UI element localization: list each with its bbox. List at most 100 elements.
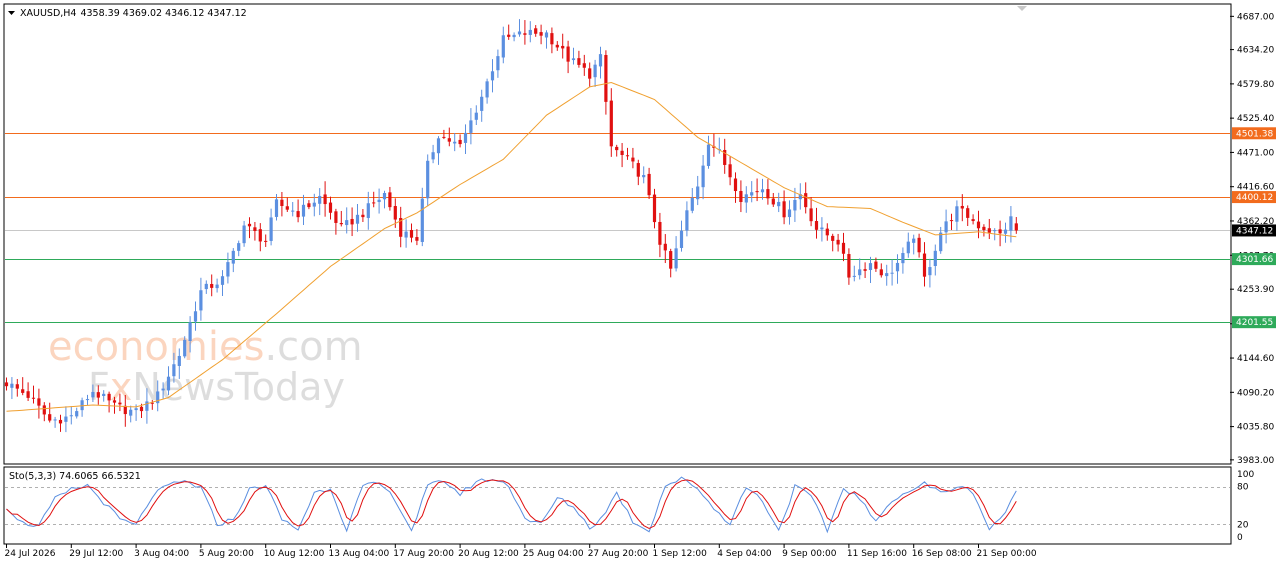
candle-body — [431, 152, 435, 160]
candle-body — [949, 220, 954, 222]
candle-body — [31, 397, 36, 399]
candle-body — [166, 376, 171, 391]
price-tick-label: 4253.90 — [1237, 285, 1274, 295]
candle-body — [534, 28, 538, 34]
candle-body — [809, 208, 813, 222]
candle-body — [728, 164, 732, 178]
candle-body — [566, 46, 570, 62]
level-tag-4501.38[interactable]: 4501.38 — [1232, 127, 1276, 140]
candle-body — [706, 144, 711, 166]
stochastic-tick-label: 100 — [1237, 470, 1254, 480]
candle-body — [312, 202, 316, 207]
level-tag-4347.12[interactable]: 4347.12 — [1232, 224, 1276, 237]
candle-body — [301, 204, 306, 217]
candle-body — [453, 141, 457, 144]
time-tick-label: 9 Sep 00:00 — [782, 549, 837, 559]
candle-body — [15, 384, 19, 389]
watermark-dotcom: .com — [264, 324, 362, 370]
candle-body — [285, 206, 289, 210]
candle-body — [69, 415, 73, 417]
candle-body — [955, 206, 959, 222]
candle-body — [555, 44, 559, 48]
candle-body — [669, 251, 673, 269]
candle-body — [361, 214, 365, 218]
candle-body — [75, 411, 79, 417]
candle-body — [480, 96, 484, 111]
candle-body — [490, 71, 495, 81]
level-tag-4201.55[interactable]: 4201.55 — [1232, 316, 1276, 329]
trading-chart[interactable]: economies.com FxNewsToday XAUUSD,H4 4358.… — [0, 0, 1280, 567]
candle-body — [787, 209, 792, 218]
candle-body — [739, 190, 743, 203]
candle-body — [469, 120, 473, 133]
candle-body — [355, 214, 360, 224]
candle-body — [210, 283, 214, 288]
candle-body — [766, 189, 770, 199]
candle-body — [474, 112, 478, 120]
candle-body — [48, 414, 52, 421]
candle-body — [426, 160, 430, 199]
candle-body — [755, 191, 759, 193]
candle-body — [328, 202, 333, 213]
candle-body — [901, 253, 905, 264]
candle-body — [831, 235, 835, 241]
watermark-fx-f: F — [88, 365, 110, 409]
candle-body — [409, 229, 414, 238]
candle-body — [442, 136, 446, 138]
candle-body — [91, 391, 95, 398]
candle-body — [933, 250, 937, 267]
candle-body — [544, 32, 549, 38]
candle-body — [226, 262, 230, 277]
candle-body — [647, 173, 651, 196]
candle-body — [674, 248, 678, 269]
candle-body — [269, 217, 273, 241]
level-tag-label: 4201.55 — [1236, 318, 1273, 328]
candle-body — [982, 226, 986, 231]
candle-body — [53, 419, 57, 421]
candle-body — [188, 322, 192, 342]
candle-body — [26, 391, 30, 398]
candle-body — [636, 163, 640, 177]
candle-body — [139, 406, 144, 412]
level-tag-4400.12[interactable]: 4400.12 — [1232, 191, 1276, 204]
candle-body — [215, 284, 219, 289]
level-tag-label: 4400.12 — [1236, 193, 1273, 203]
candle-body — [37, 398, 41, 406]
watermark-newstoday: NewsToday — [132, 365, 345, 409]
watermark: economies.com FxNewsToday — [48, 324, 363, 409]
candle-body — [404, 231, 408, 238]
time-tick-label: 5 Aug 20:00 — [199, 549, 254, 559]
candle-body — [258, 229, 262, 242]
candle-body — [609, 100, 613, 147]
candle-body — [172, 364, 176, 377]
price-tick-label: 4525.40 — [1237, 114, 1274, 124]
candle-body — [642, 175, 646, 178]
svg-text:FxNewsToday: FxNewsToday — [88, 365, 345, 409]
level-tag-label: 4301.66 — [1236, 255, 1273, 265]
candle-body — [679, 230, 684, 248]
candle-body — [744, 194, 748, 203]
time-tick-label: 4 Sep 04:00 — [717, 549, 772, 559]
price-tick-label: 4144.60 — [1237, 354, 1274, 364]
symbol-label: XAUUSD,H4 — [20, 8, 76, 19]
level-tag-4301.66[interactable]: 4301.66 — [1232, 253, 1276, 265]
candle-body — [280, 199, 284, 206]
stochastic-tick-label: 20 — [1237, 520, 1249, 530]
candle-body — [760, 189, 765, 193]
candle-body — [107, 393, 111, 401]
candle-body — [615, 146, 619, 151]
candle-body — [463, 132, 468, 143]
candle-body — [118, 402, 122, 405]
candle-body — [582, 63, 586, 68]
candle-body — [1009, 216, 1013, 231]
candle-body — [366, 203, 370, 218]
candle-body — [177, 355, 181, 366]
candle-body — [220, 276, 225, 285]
candle-body — [593, 64, 597, 78]
candle-body — [242, 225, 246, 244]
candle-body — [485, 81, 489, 98]
candle-body — [696, 186, 700, 200]
candle-body — [998, 229, 1002, 234]
candle-body — [652, 194, 657, 223]
candle-body — [350, 218, 354, 225]
